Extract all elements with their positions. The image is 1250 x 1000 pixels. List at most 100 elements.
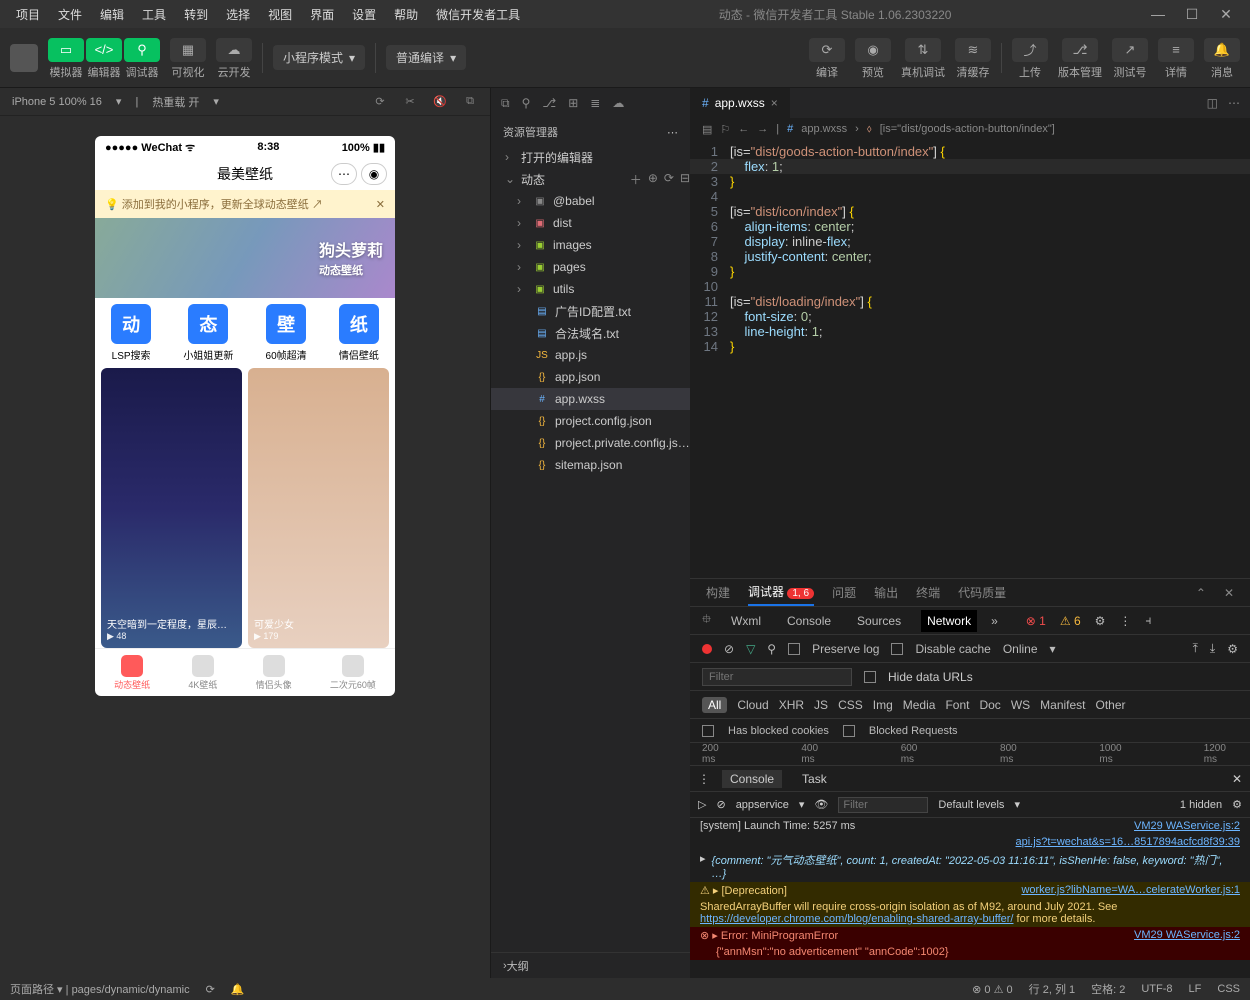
open-editors-section[interactable]: ›打开的编辑器 [491,146,690,168]
code-editor[interactable]: 1[is="dist/goods-action-button/index"] {… [690,140,1250,578]
dt-dock-icon[interactable]: ⫞ [1145,613,1151,628]
console-settings-icon[interactable]: ⚙ [1232,798,1242,811]
tree-item[interactable]: ›▣@babel [491,190,690,212]
status-bell-icon[interactable]: 🔔 [231,983,245,996]
split-editor-icon[interactable]: ◫ [1207,96,1218,110]
tree-item[interactable]: ›▣images [491,234,690,256]
dt-wxml[interactable]: Wxml [725,610,767,632]
remote-debug-button[interactable]: ⇅真机调试 [901,38,945,78]
console-filter-input[interactable] [838,797,928,813]
explorer-more-icon[interactable]: ⋯ [667,126,678,139]
sim-mute-icon[interactable]: 🔇 [432,94,448,110]
net-type-img[interactable]: Img [873,698,893,712]
mp-mode-select[interactable]: 小程序模式▾ [273,45,365,70]
status-spaces[interactable]: 空格: 2 [1091,981,1125,997]
levels-select[interactable]: Default levels [938,799,1004,811]
outline-section[interactable]: ›大纲 [491,952,690,978]
minimize-button[interactable]: — [1142,6,1174,22]
panel-tab-debugger[interactable]: 调试器 1, 6 [748,579,814,606]
phone-hero[interactable]: 狗头萝莉动态壁纸 [95,218,395,298]
console-tab[interactable]: Console [722,770,782,788]
tree-item[interactable]: {}sitemap.json [491,454,690,476]
blocked-cookies-checkbox[interactable] [702,725,714,737]
panel-tab-issues[interactable]: 问题 [832,580,856,605]
explorer-cloud-icon[interactable]: ☁ [612,96,624,110]
console-log[interactable]: [system] Launch Time: 5257 msVM29 WAServ… [690,818,1250,978]
new-folder-icon[interactable]: ⊕ [648,171,658,188]
console-play-icon[interactable]: ▷ [698,798,706,811]
phone-tab-1[interactable]: 4K壁纸 [188,655,217,691]
menu-settings[interactable]: 设置 [344,2,384,27]
net-type-manifest[interactable]: Manifest [1040,698,1085,712]
testid-button[interactable]: ↗测试号 [1112,38,1148,78]
tree-item[interactable]: ›▣utils [491,278,690,300]
cat-2[interactable]: 壁60帧超清 [266,304,307,362]
menu-edit[interactable]: 编辑 [92,2,132,27]
preserve-log-checkbox[interactable] [788,643,800,655]
menu-project[interactable]: 项目 [8,2,48,27]
page-path-label[interactable]: 页面路径 ▾ | pages/dynamic/dynamic [10,981,190,997]
wallpaper-card-0[interactable]: 天空暗到一定程度，星辰…▶ 48 [101,368,242,648]
status-eol[interactable]: LF [1189,983,1202,995]
inspect-icon[interactable]: ⯐ [702,610,711,631]
breadcrumb[interactable]: ▤ ⚐ ← → | #app.wxss › ⬨[is="dist/goods-a… [690,118,1250,140]
phone-banner[interactable]: 💡 添加到我的小程序，更新全球动态壁纸 ↗✕ [95,190,395,218]
throttle-select[interactable]: Online [1003,642,1038,656]
explorer-db-icon[interactable]: ≣ [590,96,600,110]
live-expr-icon[interactable]: 👁 [814,798,828,811]
dt-network[interactable]: Network [921,610,977,632]
status-encoding[interactable]: UTF-8 [1141,983,1172,995]
tree-item[interactable]: ›▣dist [491,212,690,234]
sim-cut-icon[interactable]: ✂ [402,94,418,110]
hide-dataurl-checkbox[interactable] [864,671,876,683]
net-search-icon[interactable]: ⚲ [767,642,776,656]
menu-select[interactable]: 选择 [218,2,258,27]
visual-toggle[interactable]: ▦可视化 [170,38,206,78]
panel-collapse-icon[interactable]: ⌃ [1196,586,1206,600]
net-type-media[interactable]: Media [903,698,936,712]
device-select[interactable]: iPhone 5 100% 16 [12,96,102,108]
user-avatar[interactable] [10,44,38,72]
console-close-icon[interactable]: ✕ [1232,772,1242,786]
console-clear-icon[interactable]: ⊘ [716,798,725,811]
editor-more-icon[interactable]: ⋯ [1228,96,1240,110]
dt-settings-icon[interactable]: ⚙ [1095,614,1106,628]
dt-console[interactable]: Console [781,610,837,632]
explorer-ext-icon[interactable]: ⊞ [568,96,578,110]
hot-reload-toggle[interactable]: 热重载 开 [152,94,199,110]
banner-close-icon[interactable]: ✕ [376,198,385,211]
sim-float-icon[interactable]: ⧉ [462,94,478,110]
panel-tab-output[interactable]: 输出 [874,580,898,605]
tree-item[interactable]: JSapp.js [491,344,690,366]
tree-item[interactable]: {}project.private.config.js… [491,432,690,454]
cat-3[interactable]: 纸情侣壁纸 [339,304,379,362]
refresh-icon[interactable]: ⟳ [664,171,674,188]
net-type-xhr[interactable]: XHR [779,698,804,712]
net-type-all[interactable]: All [702,697,727,713]
cloud-dev[interactable]: ☁云开发 [216,38,252,78]
net-type-font[interactable]: Font [945,698,969,712]
phone-tab-2[interactable]: 情侣头像 [256,655,292,691]
record-button[interactable] [702,644,712,654]
net-download-icon[interactable]: ⤓ [1210,641,1215,656]
project-root[interactable]: ⌄动态 ＋ ⊕ ⟳ ⊟ [491,168,690,190]
net-type-doc[interactable]: Doc [979,698,1000,712]
menu-goto[interactable]: 转到 [176,2,216,27]
panel-tab-quality[interactable]: 代码质量 [958,580,1006,605]
disable-cache-checkbox[interactable] [891,643,903,655]
bookmark-icon[interactable]: ⚐ [720,123,730,136]
menu-help[interactable]: 帮助 [386,2,426,27]
compile-button[interactable]: ⟳编译 [809,38,845,78]
panel-tab-terminal[interactable]: 终端 [916,580,940,605]
version-button[interactable]: ⎇版本管理 [1058,38,1102,78]
dt-more-icon[interactable]: » [991,614,998,628]
explorer-search-icon[interactable]: ⚲ [522,96,531,110]
close-button[interactable]: ✕ [1210,6,1242,23]
new-file-icon[interactable]: ＋ [630,171,642,188]
editor-toggle[interactable]: </>编辑器 [86,38,122,78]
dt-menu-icon[interactable]: ⋮ [1119,614,1131,628]
net-type-js[interactable]: JS [814,698,828,712]
sim-refresh-icon[interactable]: ⟳ [372,94,388,110]
menu-view[interactable]: 视图 [260,2,300,27]
maximize-button[interactable]: ☐ [1176,6,1208,23]
